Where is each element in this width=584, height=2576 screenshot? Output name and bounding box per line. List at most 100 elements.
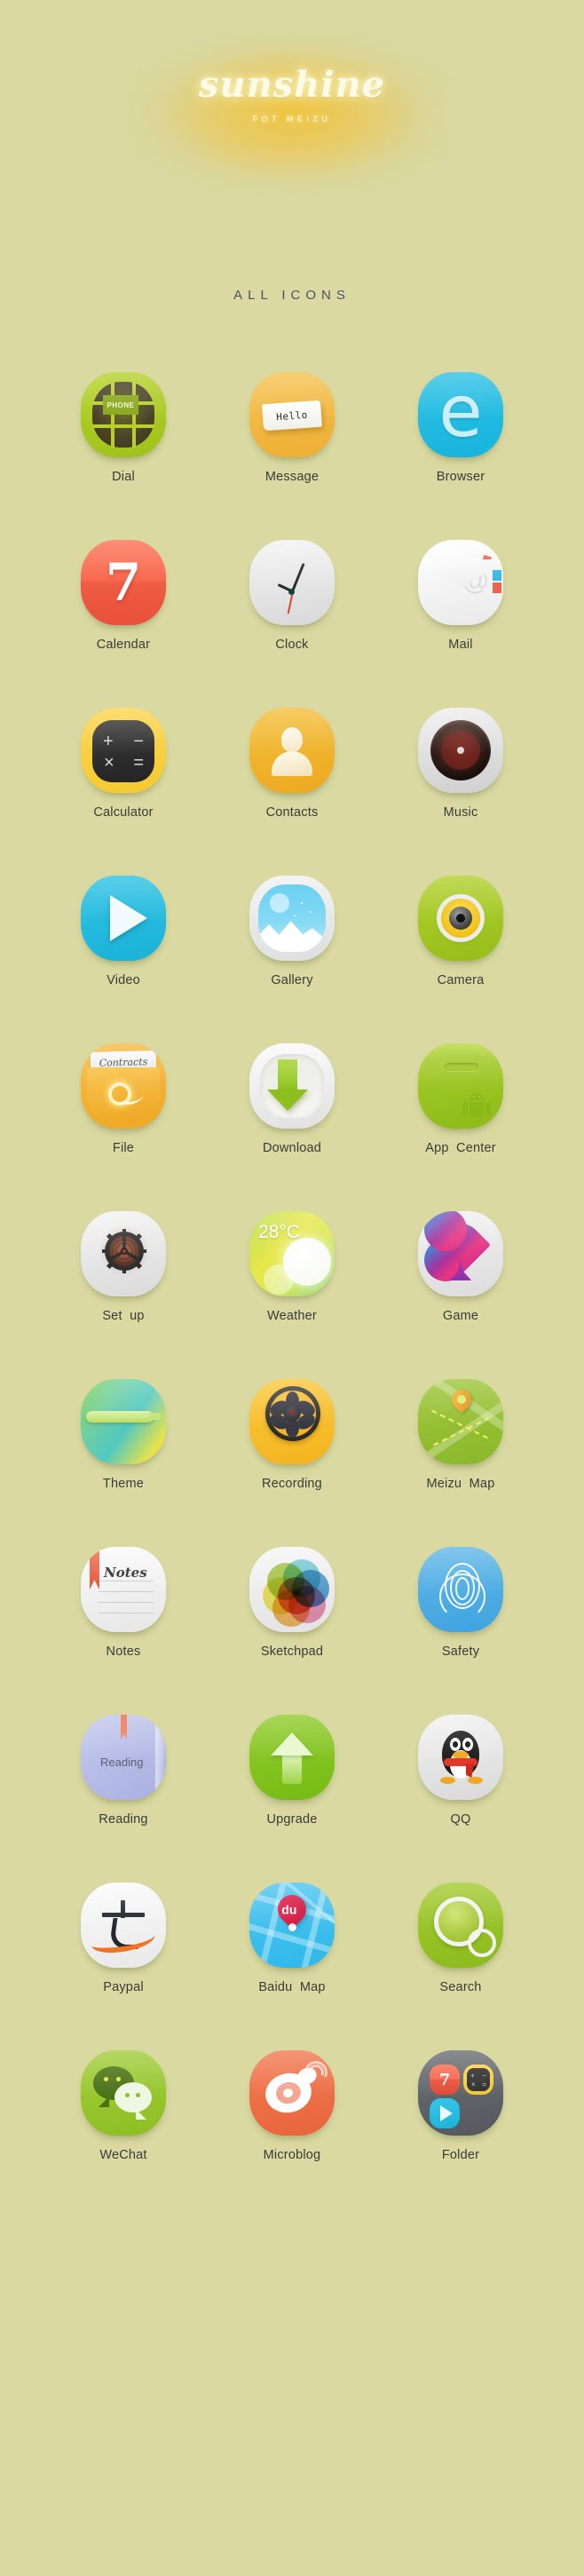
icon-label: Upgrade [266, 1812, 318, 1827]
person-body-shape [272, 751, 312, 776]
icon-cell-file[interactable]: Contracts File [39, 1043, 208, 1155]
icon-cell-browser[interactable]: e Browser [376, 372, 545, 484]
icon-label: Set up [102, 1309, 145, 1323]
settings-gear-icon[interactable] [81, 1211, 166, 1296]
icon-cell-paypal[interactable]: Paypal [39, 1882, 208, 1994]
penguin-eye [462, 1738, 473, 1751]
icon-cell-weather[interactable]: 28°C Weather [208, 1211, 376, 1323]
person-head-shape [281, 727, 303, 752]
icon-cell-download[interactable]: Download [208, 1043, 376, 1155]
music-icon[interactable] [418, 708, 503, 793]
icon-cell-baidu-map[interactable]: du Baidu Map [208, 1882, 376, 1994]
game-spade-icon[interactable] [418, 1211, 503, 1296]
dial-icon[interactable]: PHONE [81, 372, 166, 457]
file-icon[interactable]: Contracts [81, 1043, 166, 1129]
app-center-icon[interactable] [418, 1043, 503, 1129]
meizu-map-icon[interactable] [418, 1379, 503, 1464]
icon-cell-music[interactable]: Music [376, 708, 545, 820]
icon-cell-calculator[interactable]: + − × = Calculator [39, 708, 208, 820]
mail-icon[interactable]: @ [418, 540, 503, 625]
video-icon[interactable] [81, 876, 166, 961]
icon-label: Camera [437, 973, 485, 987]
plus-glyph: + [103, 732, 114, 751]
icon-cell-gallery[interactable]: Gallery [208, 876, 376, 987]
icon-cell-microblog[interactable]: Microblog [208, 2050, 376, 2162]
icon-label: Contacts [265, 805, 319, 820]
icon-cell-sketchpad[interactable]: Sketchpad [208, 1547, 376, 1659]
baidu-map-icon[interactable]: du [249, 1882, 335, 1968]
icon-cell-theme[interactable]: Theme [39, 1379, 208, 1491]
gallery-photo-scene [258, 884, 326, 952]
icon-grid: PHONE Dial Hello Message e Browser 7 Cal… [39, 372, 545, 2162]
icon-cell-contacts[interactable]: Contacts [208, 708, 376, 820]
calendar-icon[interactable]: 7 [81, 540, 166, 625]
icon-cell-reading[interactable]: Reading Reading [39, 1715, 208, 1827]
notes-bookmark-ribbon [90, 1547, 99, 1589]
icon-cell-video[interactable]: Video [39, 876, 208, 987]
folder-mini-calculator: + − × = [463, 2065, 493, 2095]
notes-icon[interactable]: Notes [81, 1547, 166, 1632]
microblog-weibo-icon[interactable] [249, 2050, 335, 2136]
alipay-orange-ribbon [90, 1925, 157, 1955]
recording-icon[interactable] [249, 1379, 335, 1464]
weather-icon[interactable]: 28°C [249, 1211, 335, 1296]
icon-cell-upgrade[interactable]: Upgrade [208, 1715, 376, 1827]
icon-cell-dial[interactable]: PHONE Dial [39, 372, 208, 484]
icon-cell-qq[interactable]: QQ [376, 1715, 545, 1827]
icon-cell-notes[interactable]: Notes Notes [39, 1547, 208, 1659]
upgrade-icon[interactable] [249, 1715, 335, 1800]
theme-icon[interactable] [81, 1379, 166, 1464]
reading-inner-text: Reading [100, 1756, 144, 1769]
icon-cell-message[interactable]: Hello Message [208, 372, 376, 484]
folder-icon[interactable]: 7 + − × = [418, 2050, 503, 2136]
paypal-alipay-icon[interactable] [81, 1882, 166, 1968]
paint-roller-handle [148, 1413, 161, 1420]
calculator-keypad: + − × = [92, 720, 154, 782]
search-icon[interactable] [418, 1882, 503, 1968]
wechat-icon[interactable] [81, 2050, 166, 2136]
icon-cell-meizu-map[interactable]: Meizu Map [376, 1379, 545, 1491]
icon-cell-calendar[interactable]: 7 Calendar [39, 540, 208, 652]
browser-icon[interactable]: e [418, 372, 503, 457]
icon-label: Recording [262, 1477, 322, 1491]
temperature-reading: 28°C [258, 1222, 300, 1242]
box-lid-shape [418, 1043, 503, 1061]
icon-cell-search[interactable]: Search [376, 1882, 545, 1994]
safety-fingerprint-icon[interactable] [418, 1547, 503, 1632]
icon-label: App Center [425, 1141, 496, 1155]
download-arrow-stem [278, 1059, 297, 1093]
icon-label: Mail [448, 638, 473, 652]
icon-cell-safety[interactable]: Safety [376, 1547, 545, 1659]
browser-e-glyph: e [438, 372, 483, 453]
icon-cell-recording[interactable]: Recording [208, 1379, 376, 1491]
icon-cell-folder[interactable]: 7 + − × = Folder [376, 2050, 545, 2162]
play-triangle-icon [110, 895, 147, 941]
clock-center-pin [288, 589, 295, 595]
icon-label: Gallery [271, 973, 313, 987]
icon-cell-app-center[interactable]: App Center [376, 1043, 545, 1155]
icon-cell-mail[interactable]: @ Mail [376, 540, 545, 652]
multiply-glyph: × [104, 753, 114, 773]
sketchpad-icon[interactable] [249, 1547, 335, 1632]
hello-note-text: Hello [275, 408, 309, 423]
camera-icon[interactable] [418, 876, 503, 961]
contacts-icon[interactable] [249, 708, 335, 793]
icon-label: QQ [450, 1812, 471, 1827]
message-icon[interactable]: Hello [249, 372, 335, 457]
icon-cell-camera[interactable]: Camera [376, 876, 545, 987]
clock-icon[interactable] [249, 540, 335, 625]
gallery-icon[interactable] [249, 876, 335, 961]
sun-glow-decoration [132, 34, 452, 194]
icon-cell-game[interactable]: Game [376, 1211, 545, 1323]
icon-label: Search [439, 1980, 482, 1994]
icon-label: Video [107, 973, 140, 987]
icon-cell-wechat[interactable]: WeChat [39, 2050, 208, 2162]
icon-cell-clock[interactable]: Clock [208, 540, 376, 652]
qq-penguin-icon[interactable] [418, 1715, 503, 1800]
icon-cell-setup[interactable]: Set up [39, 1211, 208, 1323]
calculator-icon[interactable]: + − × = [81, 708, 166, 793]
download-icon[interactable] [249, 1043, 335, 1129]
paint-roller-shape [86, 1411, 154, 1423]
reading-icon[interactable]: Reading [81, 1715, 166, 1800]
icon-label: Folder [441, 2148, 480, 2162]
